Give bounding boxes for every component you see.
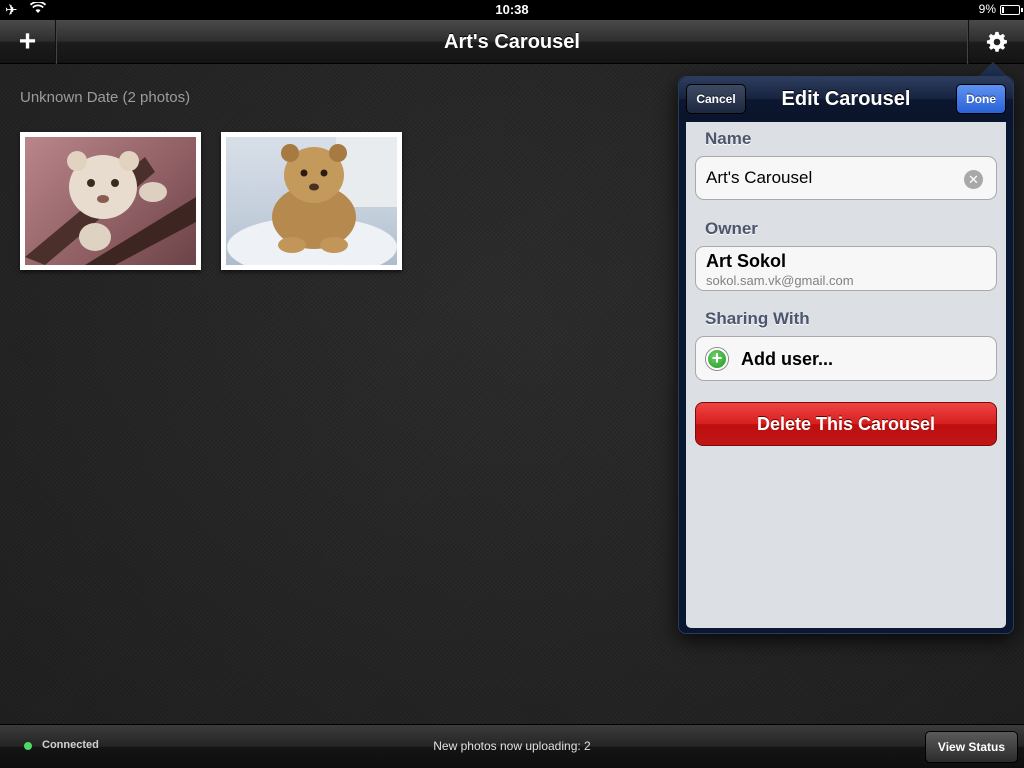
owner-email: sokol.sam.vk@gmail.com (706, 273, 854, 288)
owner-cell: Art Sokol sokol.sam.vk@gmail.com (695, 246, 997, 291)
photo-thumbnail[interactable] (221, 132, 402, 270)
bottom-toolbar: Connected New photos now uploading: 2 Vi… (0, 724, 1024, 768)
view-status-button[interactable]: View Status (925, 731, 1018, 763)
add-user-label: Add user... (741, 349, 834, 369)
add-user-button[interactable]: + Add user... (695, 336, 997, 381)
sharing-label: Sharing With (705, 309, 810, 328)
name-label: Name (705, 129, 752, 148)
photo-image (25, 137, 196, 265)
gear-icon (986, 31, 1007, 52)
popover-arrow (978, 62, 1008, 77)
name-field[interactable] (706, 168, 956, 188)
section-header: Unknown Date (2 photos) (20, 89, 191, 106)
owner-label: Owner (705, 219, 758, 238)
photo-image (226, 137, 397, 265)
add-circle-icon: + (706, 348, 728, 370)
photo-thumbnail[interactable] (20, 132, 201, 270)
done-button[interactable]: Done (956, 84, 1006, 114)
battery-percent: 9% (978, 2, 996, 16)
clock: 10:38 (495, 2, 529, 17)
owner-name: Art Sokol (706, 251, 787, 271)
page-title: Art's Carousel (444, 31, 580, 53)
upload-status: New photos now uploading: 2 (433, 739, 591, 753)
navigation-bar: + Art's Carousel (0, 20, 1024, 64)
name-field-cell: ✕ (695, 156, 997, 200)
delete-carousel-button[interactable]: Delete This Carousel (695, 402, 997, 446)
edit-carousel-popover: Cancel Edit Carousel Done Name ✕ Owner A… (678, 76, 1014, 634)
clear-icon[interactable]: ✕ (964, 170, 983, 189)
popover-body: Name ✕ Owner Art Sokol sokol.sam.vk@gmai… (686, 122, 1006, 628)
settings-button[interactable] (968, 20, 1024, 64)
popover-header: Cancel Edit Carousel Done (679, 77, 1013, 121)
battery-icon (1000, 5, 1023, 15)
status-bar: ✈ 10:38 9% (0, 0, 1024, 20)
